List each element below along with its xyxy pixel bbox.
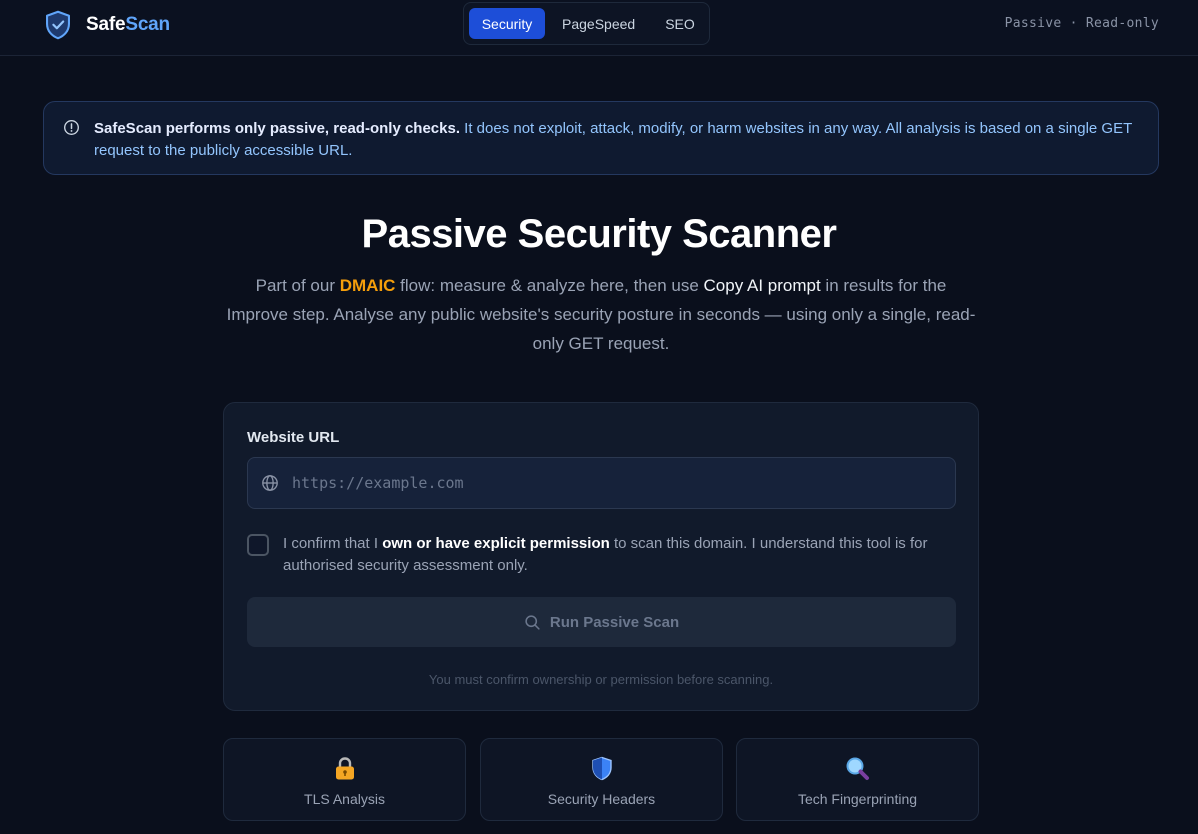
- dmaic-highlight: DMAIC: [339, 276, 396, 295]
- mode-indicator: Passive · Read-only: [1004, 16, 1159, 31]
- scan-hint: You must confirm ownership or permission…: [428, 672, 774, 687]
- brand-name: SafeScan: [86, 14, 170, 35]
- tab-pagespeed[interactable]: PageSpeed: [549, 8, 648, 39]
- url-field[interactable]: [247, 457, 956, 509]
- permission-checkbox[interactable]: [247, 534, 269, 556]
- shield-check-icon: [46, 10, 70, 40]
- notice-bold-text: SafeScan performs only passive, read-onl…: [94, 120, 460, 137]
- lock-icon: [335, 757, 354, 780]
- info-icon: [64, 120, 79, 135]
- permission-confirm-text: I confirm that I own or have explicit pe…: [283, 535, 928, 574]
- run-scan-label: Run Passive Scan: [549, 613, 680, 631]
- tab-security[interactable]: Security: [469, 8, 545, 39]
- page-title: Passive Security Scanner: [361, 212, 837, 256]
- feature-tls-label: TLS Analysis: [304, 791, 385, 807]
- feature-fingerprint: Tech Fingerprinting: [736, 738, 979, 821]
- tool-tabs: Security PageSpeed SEO: [463, 2, 710, 45]
- brand-logo[interactable]: SafeScan: [44, 10, 170, 40]
- shield-icon: [591, 756, 612, 781]
- feature-headers: Security Headers: [480, 738, 723, 821]
- copy-ai-prompt-mention: Copy AI prompt: [703, 276, 821, 295]
- scan-form-card: Website URL I confirm that I own or have…: [223, 402, 979, 711]
- top-bar: SafeScan Security PageSpeed SEO Passive …: [0, 0, 1198, 56]
- search-icon: [525, 614, 540, 630]
- page-description: Part of our DMAIC flow: measure & analyz…: [226, 276, 976, 353]
- url-label: Website URL: [247, 429, 340, 446]
- magnifier-icon: [846, 757, 869, 780]
- feature-headers-label: Security Headers: [547, 791, 656, 807]
- url-input[interactable]: [292, 458, 942, 508]
- globe-icon: [262, 475, 278, 491]
- tab-seo[interactable]: SEO: [652, 8, 708, 39]
- run-scan-button[interactable]: Run Passive Scan: [247, 597, 956, 647]
- feature-fingerprint-label: Tech Fingerprinting: [797, 791, 918, 807]
- feature-tls: TLS Analysis: [223, 738, 466, 821]
- passive-notice: SafeScan performs only passive, read-onl…: [43, 101, 1159, 175]
